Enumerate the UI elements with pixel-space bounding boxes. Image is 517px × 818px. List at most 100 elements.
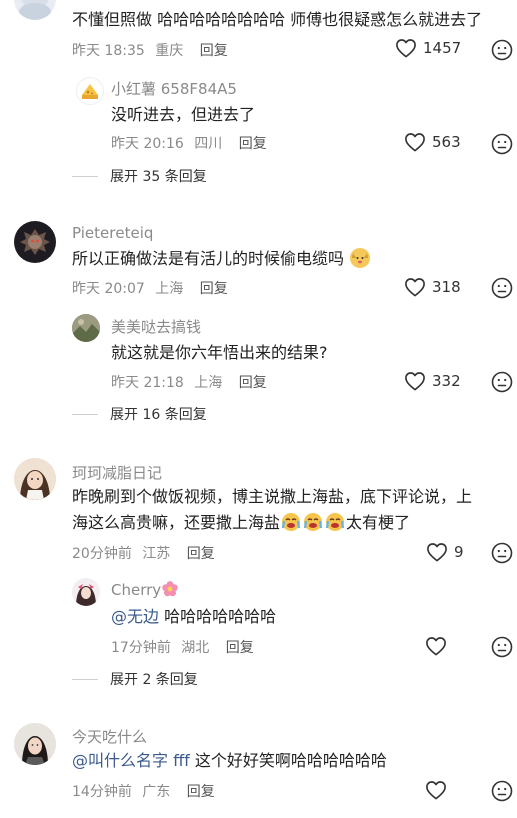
comment-text-body: 这个好好笑啊哈哈哈哈哈哈 — [194, 751, 387, 770]
comment-meta: 14分钟前 广东 回复 — [72, 781, 215, 801]
divider — [72, 413, 98, 415]
reply-text-body: 哈哈哈哈哈哈哈 — [164, 607, 277, 626]
dislike-button[interactable] — [491, 542, 513, 564]
crying-emoji-icon — [325, 512, 345, 532]
like-button[interactable] — [425, 780, 453, 800]
unhappy-face-icon — [491, 371, 513, 393]
mention-link[interactable]: @无边 — [111, 607, 159, 626]
expand-label: 展开 35 条回复 — [110, 169, 207, 185]
comment-time: 14分钟前 — [72, 784, 132, 800]
reply-meta: 昨天 20:16 四川 回复 — [111, 133, 267, 153]
heart-outline-icon — [426, 637, 446, 656]
avatar[interactable] — [72, 314, 100, 342]
divider — [72, 175, 98, 177]
reply-username-text: Cherry — [111, 581, 162, 599]
comment-time: 昨天 18:35 — [72, 43, 145, 59]
like-count: 1457 — [423, 39, 462, 57]
comment-text-body: 所以正确做法是有活儿的时候偷电缆吗 — [72, 249, 345, 268]
unhappy-face-icon — [491, 636, 513, 658]
dislike-button[interactable] — [491, 133, 513, 155]
heart-outline-icon — [405, 372, 425, 391]
like-button[interactable]: 9 — [426, 542, 464, 562]
like-count: 563 — [432, 133, 461, 151]
comment-location: 江苏 — [142, 546, 171, 562]
comment-text-part: 太有梗了 — [346, 513, 411, 532]
expand-label: 展开 2 条回复 — [110, 672, 198, 688]
comment-text: 不懂但照做 哈哈哈哈哈哈哈哈 师傅也很疑惑怎么就进去了 — [72, 10, 483, 29]
reply-button[interactable]: 回复 — [200, 43, 228, 59]
reply-button[interactable]: 回复 — [239, 136, 267, 152]
comment-username[interactable]: 珂珂减脂日记 — [72, 462, 162, 483]
comment-text: @叫什么名字 fff 这个好好笑啊哈哈哈哈哈哈 — [72, 748, 387, 774]
reply-username[interactable]: 美美哒去搞钱 — [111, 316, 201, 337]
comment-location: 广东 — [142, 784, 171, 800]
comment-meta: 昨天 18:35 重庆 回复 — [72, 40, 228, 60]
like-button[interactable]: 332 — [404, 371, 461, 391]
comment-meta: 昨天 20:07 上海 回复 — [72, 278, 228, 298]
comment-text-line1: 昨晚刷到个做饭视频，博主说撒上海盐，底下评论说，上 — [72, 487, 473, 506]
like-button[interactable]: 563 — [404, 132, 461, 152]
heart-outline-icon — [396, 39, 416, 58]
divider — [72, 678, 98, 680]
reply-time: 17分钟前 — [111, 640, 171, 656]
reply-time: 昨天 20:16 — [111, 136, 184, 152]
flower-emoji-icon — [161, 580, 179, 598]
comment-time: 昨天 20:07 — [72, 281, 145, 297]
reply-button[interactable]: 回复 — [187, 546, 215, 562]
unhappy-face-icon — [491, 542, 513, 564]
dog-emoji-icon — [350, 248, 371, 268]
expand-replies-button[interactable]: 展开 2 条回复 — [72, 669, 198, 689]
reply-username[interactable]: Cherry — [111, 580, 179, 599]
expand-replies-button[interactable]: 展开 16 条回复 — [72, 404, 207, 424]
heart-outline-icon — [405, 278, 425, 297]
crying-emoji-icon — [303, 512, 323, 532]
comment-username[interactable]: Pieterеteiq — [72, 224, 153, 242]
unhappy-face-icon — [491, 133, 513, 155]
reply-button[interactable]: 回复 — [187, 784, 215, 800]
reply-time: 昨天 21:18 — [111, 375, 184, 391]
heart-outline-icon — [427, 543, 447, 562]
reply-location: 湖北 — [181, 640, 210, 656]
dislike-button[interactable] — [491, 780, 513, 802]
unhappy-face-icon — [491, 277, 513, 299]
comment-text-part: 海这么高贵嘛，还要撒上海盐 — [72, 513, 281, 532]
like-count: 9 — [454, 543, 464, 561]
heart-outline-icon — [426, 781, 446, 800]
dislike-button[interactable] — [491, 636, 513, 658]
dislike-button[interactable] — [491, 39, 513, 61]
like-button[interactable]: 318 — [404, 277, 461, 297]
reply-meta: 昨天 21:18 上海 回复 — [111, 372, 267, 392]
comment-time: 20分钟前 — [72, 546, 132, 562]
avatar[interactable] — [14, 0, 56, 20]
comment-meta: 20分钟前 江苏 回复 — [72, 543, 215, 563]
unhappy-face-icon — [491, 780, 513, 802]
avatar[interactable] — [14, 221, 56, 263]
comment-text-line2: 海这么高贵嘛，还要撒上海盐 太有梗了 — [72, 510, 410, 536]
reply-text: 没听进去，但进去了 — [111, 105, 256, 124]
dislike-button[interactable] — [491, 277, 513, 299]
reply-button[interactable]: 回复 — [226, 640, 254, 656]
avatar[interactable] — [76, 77, 104, 105]
comment-username[interactable]: 今天吃什么 — [72, 726, 147, 747]
unhappy-face-icon — [491, 39, 513, 61]
reply-username[interactable]: 小红薯 658F84A5 — [111, 78, 237, 99]
avatar[interactable] — [72, 578, 100, 606]
mention-link[interactable]: @叫什么名字 fff — [72, 751, 190, 770]
expand-replies-button[interactable]: 展开 35 条回复 — [72, 166, 207, 186]
avatar[interactable] — [14, 723, 56, 765]
like-count: 318 — [432, 278, 461, 296]
like-button[interactable] — [425, 636, 453, 656]
dislike-button[interactable] — [491, 371, 513, 393]
reply-text: @无边 哈哈哈哈哈哈哈 — [111, 604, 276, 630]
reply-meta: 17分钟前 湖北 回复 — [111, 637, 254, 657]
heart-outline-icon — [405, 133, 425, 152]
like-button[interactable]: 1457 — [395, 38, 461, 58]
reply-button[interactable]: 回复 — [239, 375, 267, 391]
avatar[interactable] — [14, 458, 56, 500]
reply-text: 就这就是你六年悟出来的结果? — [111, 343, 328, 362]
reply-button[interactable]: 回复 — [200, 281, 228, 297]
comment-text: 所以正确做法是有活儿的时候偷电缆吗 — [72, 246, 371, 272]
reply-location: 四川 — [194, 136, 223, 152]
crying-emoji-icon — [281, 512, 301, 532]
comment-location: 重庆 — [155, 43, 184, 59]
